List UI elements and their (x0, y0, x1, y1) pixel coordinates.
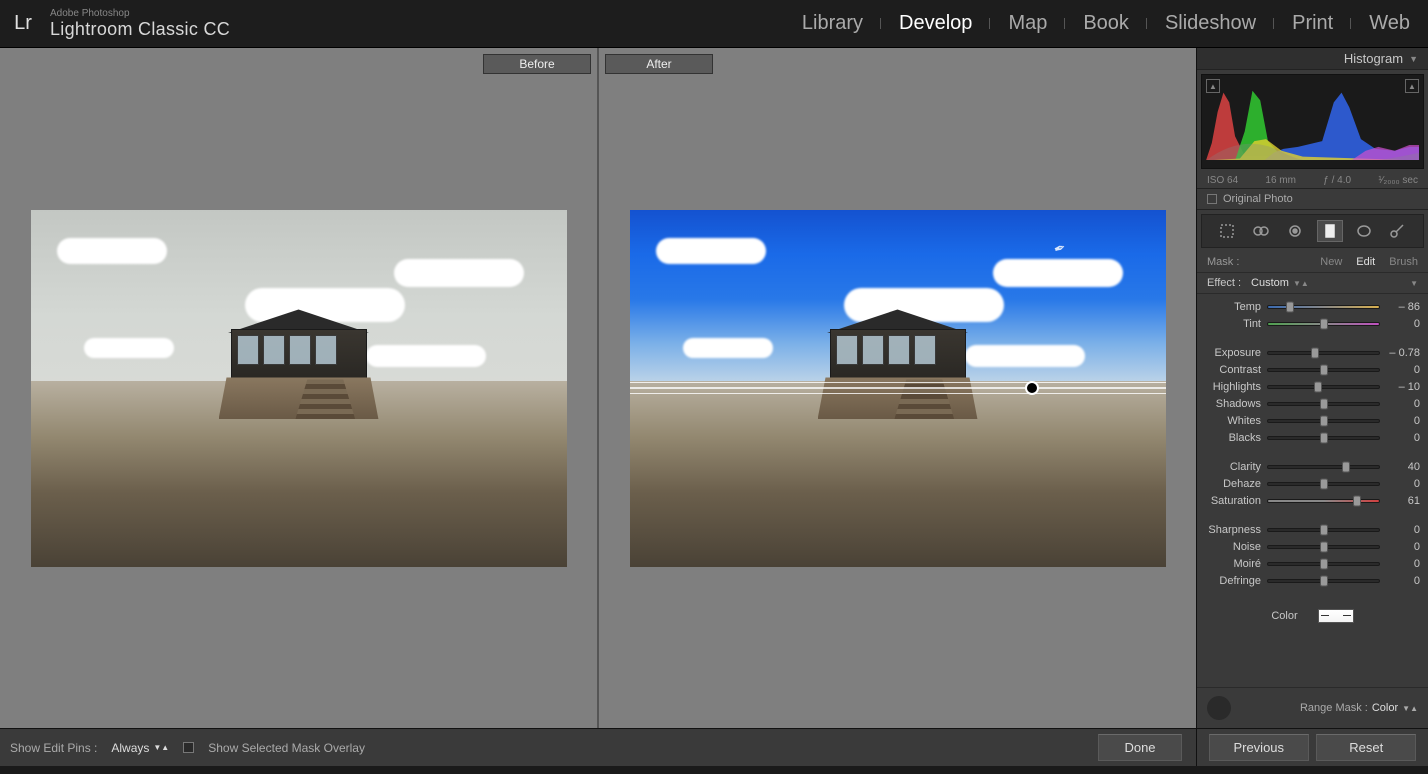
range-mask-select[interactable]: Range Mask : Color ▼▲ (1300, 702, 1418, 714)
mask-tab-edit[interactable]: Edit (1356, 256, 1375, 268)
mask-thumbnail[interactable] (1207, 696, 1231, 720)
slider-temp[interactable]: Temp– 86 (1205, 298, 1420, 315)
slider-whites[interactable]: Whites0 (1205, 412, 1420, 429)
subject-cabin (818, 309, 978, 419)
mask-preview-row: Range Mask : Color ▼▲ (1197, 687, 1428, 728)
done-button[interactable]: Done (1098, 734, 1182, 761)
panel-toggle-icon[interactable]: ▼ (1410, 279, 1418, 288)
histogram-title: Histogram (1344, 51, 1403, 66)
before-view[interactable]: Before (0, 48, 597, 728)
before-photo (31, 210, 567, 567)
chevron-down-icon: ▼ (1409, 54, 1418, 64)
mask-row: Mask : New Edit Brush (1197, 252, 1428, 273)
slider-moire[interactable]: Moiré0 (1205, 555, 1420, 572)
edit-pins-select[interactable]: Always▼▲ (111, 741, 169, 755)
gradient-overlay[interactable] (630, 382, 1166, 394)
radial-filter-tool[interactable] (1352, 221, 1376, 241)
app-title: Lightroom Classic CC (50, 19, 230, 40)
histogram[interactable]: ▲ ▲ (1201, 74, 1424, 169)
exif-aperture: ƒ / 4.0 (1323, 175, 1351, 186)
reset-button[interactable]: Reset (1316, 734, 1416, 761)
color-row: Color (1205, 601, 1420, 631)
mask-tab-new[interactable]: New (1320, 256, 1342, 268)
module-develop[interactable]: Develop (881, 12, 990, 35)
gradient-handle[interactable] (1025, 381, 1039, 395)
mask-label: Mask : (1207, 256, 1239, 268)
module-picker: Library Develop Map Book Slideshow Print… (784, 0, 1428, 48)
slider-tint[interactable]: Tint0 (1205, 315, 1420, 332)
slider-noise[interactable]: Noise0 (1205, 538, 1420, 555)
workspace: Before After (0, 48, 1428, 728)
edit-pins-label: Show Edit Pins : (10, 741, 97, 755)
after-label: After (605, 54, 713, 74)
after-view[interactable]: After ✒ (597, 48, 1196, 728)
app-logo: Lr (0, 0, 46, 48)
module-print[interactable]: Print (1274, 12, 1351, 35)
color-label: Color (1271, 610, 1297, 622)
slider-shadows[interactable]: Shadows0 (1205, 395, 1420, 412)
crop-tool[interactable] (1215, 221, 1239, 241)
subject-cabin (219, 309, 379, 419)
app-vendor: Adobe Photoshop (50, 8, 230, 19)
exif-iso: ISO 64 (1207, 175, 1238, 186)
original-photo-toggle[interactable]: Original Photo (1197, 188, 1428, 210)
slider-highlights[interactable]: Highlights– 10 (1205, 378, 1420, 395)
overlay-checkbox[interactable] (183, 742, 194, 753)
module-book[interactable]: Book (1065, 12, 1147, 35)
slider-clarity[interactable]: Clarity40 (1205, 458, 1420, 475)
right-panel: Histogram ▼ ▲ ▲ ISO 64 16 mm ƒ / 4.0 ¹⁄₂… (1196, 48, 1428, 728)
app-name: Adobe Photoshop Lightroom Classic CC (50, 8, 230, 40)
color-swatch[interactable] (1318, 609, 1354, 623)
exif-focal: 16 mm (1265, 175, 1296, 186)
effect-row: Effect : Custom▼▲ ▼ (1197, 273, 1428, 294)
exif-readout: ISO 64 16 mm ƒ / 4.0 ¹⁄₂₀₀₀ sec (1197, 173, 1428, 188)
app-header: Lr Adobe Photoshop Lightroom Classic CC … (0, 0, 1428, 48)
histogram-header[interactable]: Histogram ▼ (1197, 48, 1428, 70)
after-photo: ✒ (630, 210, 1166, 567)
slider-exposure[interactable]: Exposure– 0.78 (1205, 344, 1420, 361)
redeye-tool[interactable] (1283, 221, 1307, 241)
local-tools (1201, 214, 1424, 248)
slider-contrast[interactable]: Contrast0 (1205, 361, 1420, 378)
canvas: Before After (0, 48, 1196, 728)
original-photo-label: Original Photo (1223, 193, 1293, 205)
slider-defringe[interactable]: Defringe0 (1205, 572, 1420, 589)
effect-select[interactable]: Custom▼▲ (1251, 277, 1309, 289)
previous-button[interactable]: Previous (1209, 734, 1309, 761)
before-label: Before (483, 54, 591, 74)
spot-tool[interactable] (1249, 221, 1273, 241)
effect-label: Effect : (1207, 277, 1241, 289)
module-library[interactable]: Library (784, 12, 881, 35)
graduated-filter-tool[interactable] (1318, 221, 1342, 241)
slider-saturation[interactable]: Saturation61 (1205, 492, 1420, 509)
slider-dehaze[interactable]: Dehaze0 (1205, 475, 1420, 492)
slider-panel: Temp– 86 Tint0 Exposure– 0.78 Contrast0 … (1197, 294, 1428, 687)
module-web[interactable]: Web (1351, 12, 1428, 35)
brush-tool[interactable] (1386, 221, 1410, 241)
module-slideshow[interactable]: Slideshow (1147, 12, 1274, 35)
slider-sharpness[interactable]: Sharpness0 (1205, 521, 1420, 538)
module-map[interactable]: Map (990, 12, 1065, 35)
slider-blacks[interactable]: Blacks0 (1205, 429, 1420, 446)
overlay-label: Show Selected Mask Overlay (208, 741, 365, 755)
checkbox-icon[interactable] (1207, 194, 1217, 204)
mask-tab-brush[interactable]: Brush (1389, 256, 1418, 268)
bottom-bar: Show Edit Pins : Always▼▲ Show Selected … (0, 728, 1428, 766)
exif-shutter: ¹⁄₂₀₀₀ sec (1378, 175, 1418, 186)
